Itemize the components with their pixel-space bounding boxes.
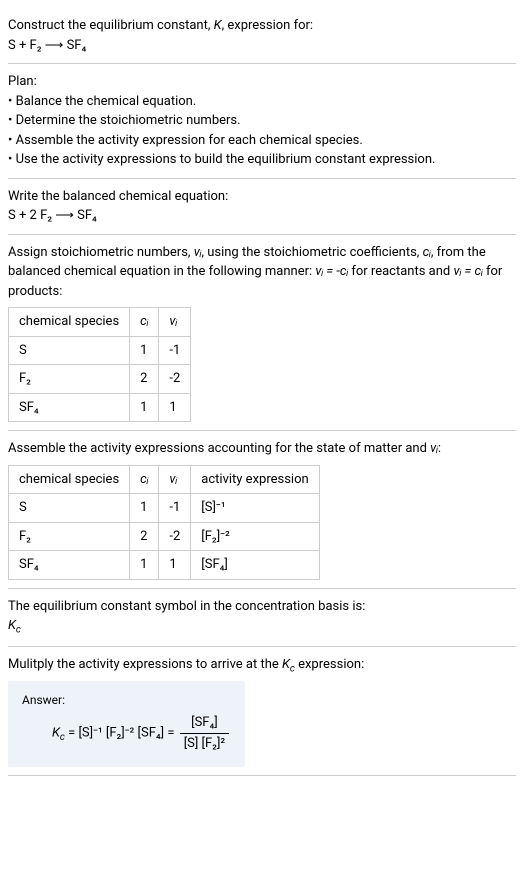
symbol-text: The equilibrium constant symbol in the c…	[8, 597, 516, 617]
table-row: F₂ 2 -2 [F₂]⁻²	[9, 522, 320, 551]
th-nui: νᵢ	[159, 465, 191, 494]
plan-item-2: • Determine the stoichiometric numbers.	[8, 111, 516, 131]
answer-fraction: [SF₄][S] [F₂]²	[180, 713, 229, 753]
intro-text-a: Construct the equilibrium constant,	[8, 18, 214, 33]
symbol-kc: Kc	[8, 616, 516, 638]
cell-nui: -1	[159, 494, 191, 523]
cell-ci: 1	[130, 494, 159, 523]
cell-species: SF₄	[9, 551, 130, 580]
plan-item-4: • Use the activity expressions to build …	[8, 150, 516, 170]
multiply-text-a: Mulitply the activity expressions to arr…	[8, 657, 282, 672]
intro-K: K	[214, 18, 222, 33]
th-species: chemical species	[9, 465, 130, 494]
balanced-section: Write the balanced chemical equation: S …	[8, 179, 516, 235]
stoich-c: cᵢ	[423, 245, 431, 260]
cell-species: F₂	[9, 522, 130, 551]
cell-ci: 2	[130, 365, 159, 394]
table-row: SF₄ 1 1	[9, 393, 191, 422]
activity-section: Assemble the activity expressions accoun…	[8, 431, 516, 589]
multiply-text-b: expression:	[295, 657, 364, 672]
cell-ci: 1	[130, 336, 159, 365]
cell-activity: [S]⁻¹	[191, 494, 319, 523]
table-row: F₂ 2 -2	[9, 365, 191, 394]
stoich-table: chemical species cᵢ νᵢ S 1 -1 F₂ 2 -2 SF…	[8, 307, 191, 422]
plan-heading: Plan:	[8, 72, 516, 92]
answer-flat: = [S]⁻¹ [F₂]⁻² [SF₄] =	[65, 726, 178, 741]
activity-text-a: Assemble the activity expressions accoun…	[8, 441, 430, 456]
symbol-section: The equilibrium constant symbol in the c…	[8, 589, 516, 648]
stoich-rel2: νᵢ = cᵢ	[453, 264, 482, 279]
activity-table: chemical species cᵢ νᵢ activity expressi…	[8, 465, 320, 580]
activity-text: Assemble the activity expressions accoun…	[8, 439, 516, 459]
cell-species: SF₄	[9, 393, 130, 422]
activity-text-b: :	[438, 441, 441, 456]
stoich-text-d: for reactants and	[348, 264, 453, 279]
cell-species: S	[9, 336, 130, 365]
cell-nui: -1	[159, 336, 191, 365]
symbol-k: K	[8, 618, 16, 633]
cell-nui: -2	[159, 365, 191, 394]
cell-activity: [SF₄]	[191, 551, 319, 580]
answer-label: Answer:	[22, 691, 231, 709]
cell-nui: 1	[159, 393, 191, 422]
answer-numerator: [SF₄]	[180, 713, 229, 734]
plan-section: Plan: • Balance the chemical equation. •…	[8, 64, 516, 179]
table-row: S 1 -1 [S]⁻¹	[9, 494, 320, 523]
answer-equation: Kc = [S]⁻¹ [F₂]⁻² [SF₄] = [SF₄][S] [F₂]²	[52, 713, 231, 753]
stoich-section: Assign stoichiometric numbers, νᵢ , using…	[8, 235, 516, 432]
stoich-text-a: Assign stoichiometric numbers,	[8, 245, 194, 260]
balanced-equation: S + 2 F₂ ⟶ SF₄	[8, 206, 516, 226]
symbol-c: c	[16, 625, 21, 636]
table-row: SF₄ 1 1 [SF₄]	[9, 551, 320, 580]
cell-ci: 1	[130, 551, 159, 580]
th-activity: activity expression	[191, 465, 319, 494]
intro-section: Construct the equilibrium constant, K, e…	[8, 8, 516, 64]
intro-line: Construct the equilibrium constant, K, e…	[8, 16, 516, 36]
cell-species: F₂	[9, 365, 130, 394]
cell-nui: 1	[159, 551, 191, 580]
answer-box: Answer: Kc = [S]⁻¹ [F₂]⁻² [SF₄] = [SF₄][…	[8, 681, 245, 767]
multiply-k: K	[282, 657, 290, 672]
table-header-row: chemical species cᵢ νᵢ activity expressi…	[9, 465, 320, 494]
table-header-row: chemical species cᵢ νᵢ	[9, 308, 191, 337]
multiply-text: Mulitply the activity expressions to arr…	[8, 655, 516, 677]
balanced-text: Write the balanced chemical equation:	[8, 187, 516, 207]
answer-denominator: [S] [F₂]²	[180, 734, 229, 754]
stoich-text: Assign stoichiometric numbers, νᵢ, using…	[8, 243, 516, 302]
th-ci: cᵢ	[130, 308, 159, 337]
intro-text-b: , expression for:	[222, 18, 314, 33]
cell-nui: -2	[159, 522, 191, 551]
stoich-rel1: νᵢ = -cᵢ	[315, 264, 348, 279]
cell-ci: 2	[130, 522, 159, 551]
cell-activity: [F₂]⁻²	[191, 522, 319, 551]
plan-item-3: • Assemble the activity expression for e…	[8, 131, 516, 151]
table-row: S 1 -1	[9, 336, 191, 365]
th-species: chemical species	[9, 308, 130, 337]
cell-species: S	[9, 494, 130, 523]
th-ci: cᵢ	[130, 465, 159, 494]
plan-item-1: • Balance the chemical equation.	[8, 92, 516, 112]
cell-ci: 1	[130, 393, 159, 422]
stoich-text-b: , using the stoichiometric coefficients,	[201, 245, 422, 260]
activity-nu: νᵢ	[430, 441, 438, 456]
intro-equation: S + F₂ ⟶ SF₄	[8, 36, 516, 56]
answer-k: K	[52, 726, 60, 741]
multiply-section: Mulitply the activity expressions to arr…	[8, 647, 516, 776]
th-nui: νᵢ	[159, 308, 191, 337]
